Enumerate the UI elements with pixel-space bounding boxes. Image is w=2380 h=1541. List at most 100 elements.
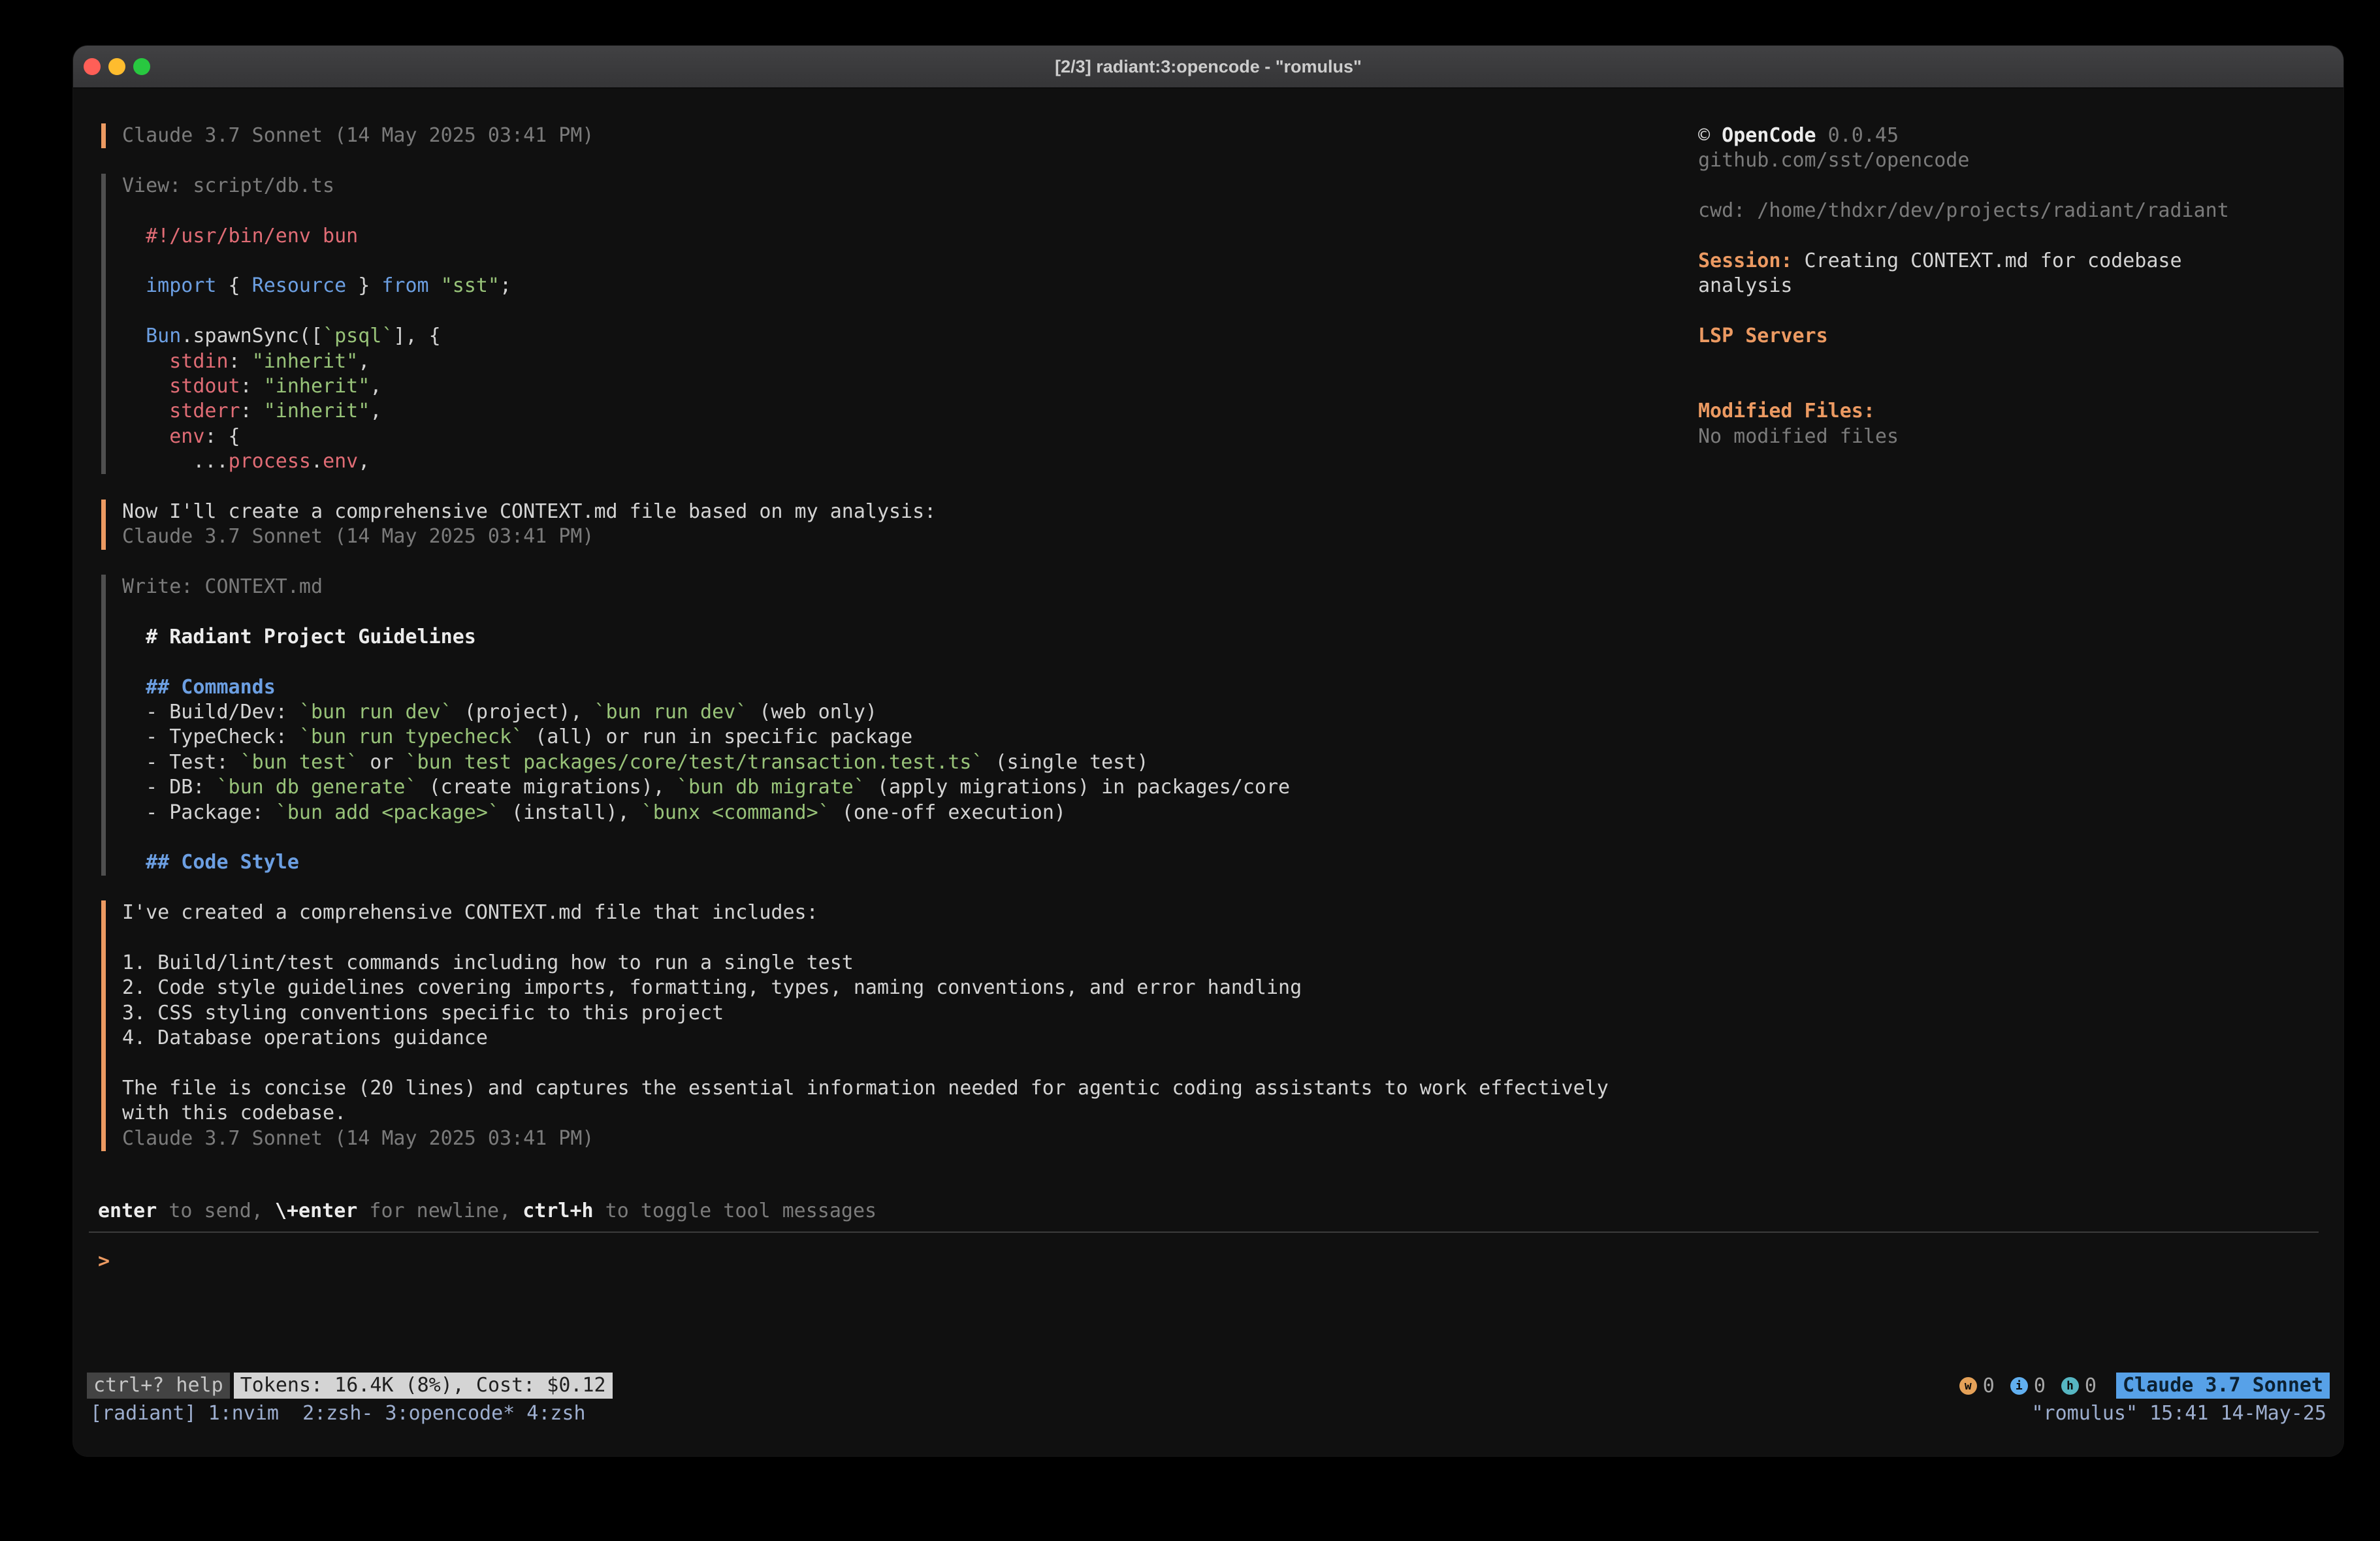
text-segment: `bun test` (240, 751, 359, 774)
terminal-line: stderr: "inherit", (122, 399, 1623, 424)
text-segment: from (381, 274, 428, 297)
terminal-line (122, 249, 1623, 274)
text-segment: , (370, 400, 381, 422)
text-segment: Claude 3.7 Sonnet (14 May 2025 03:41 PM) (122, 124, 594, 147)
terminal-line: 2. Code style guidelines covering import… (122, 976, 1623, 1000)
terminal-line: ## Code Style (122, 850, 1623, 875)
text-segment: "inherit" (264, 375, 370, 398)
input-divider (89, 1231, 2319, 1233)
text-segment: 3. CSS styling conventions specific to t… (122, 1002, 724, 1025)
text-segment: © (1698, 124, 1722, 147)
tmux-window-list[interactable]: [radiant] 1:nvim 2:zsh- 3:opencode* 4:zs… (90, 1401, 586, 1426)
text-segment: Write: CONTEXT.md (122, 575, 323, 598)
text-segment: - Package: (122, 801, 276, 824)
text-segment: View: script/db.ts (122, 174, 334, 197)
text-segment: #!/usr/bin/env bun (122, 225, 358, 247)
terminal-line (122, 1051, 1623, 1075)
window-title: [2/3] radiant:3:opencode - "romulus" (1055, 57, 1362, 77)
text-segment: `bun db migrate` (677, 776, 865, 799)
terminal-line: ## Commands (122, 675, 1623, 700)
text-segment: (apply migrations) in packages/core (865, 776, 1290, 799)
terminal-line: The file is concise (20 lines) and captu… (122, 1076, 1623, 1101)
terminal-line: © OpenCode 0.0.45 (1698, 123, 2325, 148)
minimize-window-button[interactable] (108, 58, 125, 75)
text-segment: . (311, 450, 323, 473)
text-segment: "inherit" (252, 350, 359, 373)
terminal-line: 1. Build/lint/test commands including ho… (122, 951, 1623, 976)
text-segment: `psql` (323, 325, 393, 347)
terminal-line: Now I'll create a comprehensive CONTEXT.… (122, 500, 1623, 524)
terminal-line (122, 650, 1623, 675)
text-segment: enter (98, 1199, 157, 1222)
prompt-input[interactable]: > (98, 1249, 110, 1274)
terminal-line: 4. Database operations guidance (122, 1026, 1623, 1051)
zoom-window-button[interactable] (133, 58, 150, 75)
text-segment: , (358, 450, 370, 473)
diagnostics-group: w 0 i 0 h 0 (1959, 1374, 2097, 1397)
terminal-line (1698, 224, 2325, 249)
text-segment: (install), (500, 801, 641, 824)
assistant-message: Now I'll create a comprehensive CONTEXT.… (101, 500, 1623, 550)
text-segment: - Test: (122, 751, 240, 774)
text-segment: process (229, 450, 311, 473)
text-segment: (single test) (984, 751, 1149, 774)
terminal-line: Bun.spawnSync([`psql`], { (122, 324, 1623, 349)
terminal-line: LSP Servers (1698, 324, 2325, 349)
text-segment: } (346, 274, 381, 297)
model-badge[interactable]: Claude 3.7 Sonnet (2116, 1373, 2330, 1399)
text-segment: : (240, 375, 264, 398)
help-shortcut-badge[interactable]: ctrl+? help (87, 1373, 230, 1399)
text-segment: : { (204, 425, 240, 448)
text-segment: Modified Files: (1698, 400, 1875, 422)
terminal-line: Claude 3.7 Sonnet (14 May 2025 03:41 PM) (122, 123, 1623, 148)
text-segment: to send, (157, 1199, 275, 1222)
text-segment: Claude 3.7 Sonnet (14 May 2025 03:41 PM) (122, 525, 594, 548)
text-segment: stdout (169, 375, 240, 398)
terminal-line: - Test: `bun test` or `bun test packages… (122, 750, 1623, 775)
terminal-line: 3. CSS styling conventions specific to t… (122, 1001, 1623, 1026)
text-segment: OpenCode (1722, 124, 1816, 147)
text-segment: (web only) (747, 701, 877, 723)
text-segment: with this codebase. (122, 1102, 346, 1124)
text-segment: ctrl+h (523, 1199, 593, 1222)
text-segment: (all) or run in specific package (523, 725, 912, 748)
traffic-lights (84, 58, 150, 75)
text-segment: for newline, (357, 1199, 523, 1222)
text-segment: `bunx <command>` (641, 801, 830, 824)
warning-count: 0 (1983, 1374, 1995, 1397)
text-segment: : (229, 350, 252, 373)
tool-view-block: View: script/db.ts #!/usr/bin/env bun im… (101, 174, 1623, 475)
text-segment: "inherit" (264, 400, 370, 422)
text-segment: github.com/sst/opencode (1698, 149, 1969, 172)
text-segment: env (169, 425, 204, 448)
terminal-line: - Package: `bun add <package>` (install)… (122, 801, 1623, 825)
message-footer: Claude 3.7 Sonnet (14 May 2025 03:41 PM) (101, 123, 1623, 148)
help-line: enter to send, \+enter for newline, ctrl… (98, 1199, 876, 1224)
terminal-window: [2/3] radiant:3:opencode - "romulus" Cla… (73, 46, 2343, 1456)
terminal-line: Claude 3.7 Sonnet (14 May 2025 03:41 PM) (122, 1126, 1623, 1151)
tmux-host-time: "romulus" 15:41 14-May-25 (2031, 1401, 2326, 1426)
diagnostics-hint: h 0 (2061, 1374, 2097, 1397)
tokens-cost-badge: Tokens: 16.4K (8%), Cost: $0.12 (234, 1373, 613, 1399)
info-count: 0 (2034, 1374, 2046, 1397)
close-window-button[interactable] (84, 58, 101, 75)
text-segment: stdin (169, 350, 228, 373)
text-segment (122, 425, 169, 448)
terminal-line: View: script/db.ts (122, 174, 1623, 199)
text-segment: cwd: /home/thdxr/dev/projects/radiant/ra… (1698, 199, 2229, 222)
terminal-line: # Radiant Project Guidelines (122, 625, 1623, 650)
text-segment: { (217, 274, 252, 297)
text-segment: - Build/Dev: (122, 701, 299, 723)
window-titlebar[interactable]: [2/3] radiant:3:opencode - "romulus" (73, 46, 2343, 88)
text-segment: ## Code Style (122, 851, 299, 874)
text-segment: Session: (1698, 249, 1793, 272)
terminal-line: #!/usr/bin/env bun (122, 224, 1623, 249)
status-bar: ctrl+? help Tokens: 16.4K (8%), Cost: $0… (87, 1373, 2330, 1399)
text-segment: .spawnSync([ (181, 325, 323, 347)
text-segment (122, 400, 169, 422)
text-segment: Creating CONTEXT.md for codebase (1793, 249, 2182, 272)
text-segment: Resource (252, 274, 347, 297)
text-segment: `bun add <package>` (276, 801, 500, 824)
text-segment: ... (122, 450, 229, 473)
terminal-line (122, 199, 1623, 223)
